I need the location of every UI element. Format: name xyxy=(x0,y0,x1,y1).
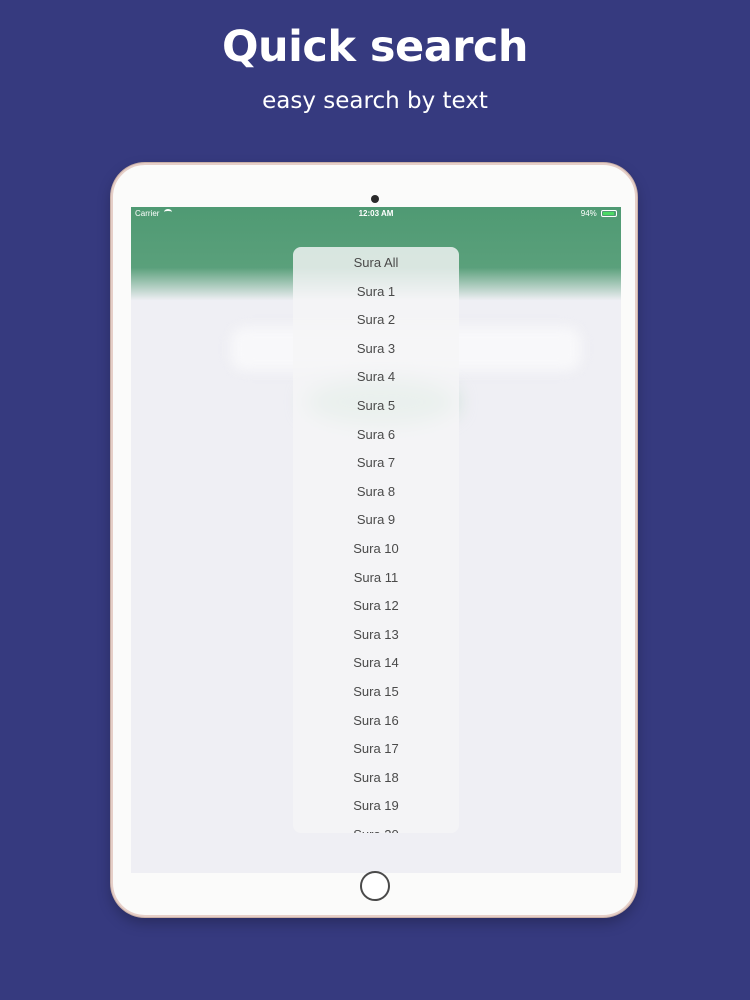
sura-list-item[interactable]: Sura 5 xyxy=(293,392,459,421)
sura-list-item[interactable]: Sura 20 xyxy=(293,821,459,833)
sura-list-item[interactable]: Sura 2 xyxy=(293,306,459,335)
sura-picker-popup[interactable]: Sura All Sura 1 Sura 2 Sura 3 Sura 4 Sura 5 Su… xyxy=(293,247,459,833)
battery-fill xyxy=(603,212,615,215)
sura-list-item[interactable]: Sura 9 xyxy=(293,506,459,535)
sura-list-item[interactable]: Sura All xyxy=(293,249,459,278)
sura-list-item[interactable]: Sura 16 xyxy=(293,707,459,736)
sura-list-item[interactable]: Sura 12 xyxy=(293,592,459,621)
sura-list-item[interactable]: Sura 1 xyxy=(293,278,459,307)
sura-list-item[interactable]: Sura 10 xyxy=(293,535,459,564)
tablet-frame: Carrier 12:03 AM 94% Sura All Sura 1 Sura … xyxy=(111,163,637,917)
sura-list-item[interactable]: Sura 14 xyxy=(293,649,459,678)
sura-list-item[interactable]: Sura 18 xyxy=(293,764,459,793)
app-screen: Carrier 12:03 AM 94% Sura All Sura 1 Sura … xyxy=(131,207,621,873)
battery-indicator: 94% xyxy=(581,209,617,218)
camera-icon xyxy=(371,195,379,203)
home-button[interactable] xyxy=(360,871,390,901)
sura-list-item[interactable]: Sura 3 xyxy=(293,335,459,364)
sura-list-item[interactable]: Sura 8 xyxy=(293,478,459,507)
status-time: 12:03 AM xyxy=(358,209,394,218)
status-bar: Carrier 12:03 AM 94% xyxy=(131,207,621,221)
sura-list-item[interactable]: Sura 11 xyxy=(293,564,459,593)
headline: Quick search xyxy=(221,22,529,72)
sura-list-item[interactable]: Sura 15 xyxy=(293,678,459,707)
sura-list-item[interactable]: Sura 4 xyxy=(293,363,459,392)
sura-list[interactable]: Sura All Sura 1 Sura 2 Sura 3 Sura 4 Sura 5 Su… xyxy=(293,247,459,833)
sura-list-item[interactable]: Sura 13 xyxy=(293,621,459,650)
battery-percent: 94% xyxy=(580,209,597,218)
sura-list-item[interactable]: Sura 17 xyxy=(293,735,459,764)
sura-list-item[interactable]: Sura 6 xyxy=(293,421,459,450)
battery-icon xyxy=(601,210,617,217)
sura-list-item[interactable]: Sura 7 xyxy=(293,449,459,478)
subheadline: easy search by text xyxy=(262,88,488,114)
sura-list-item[interactable]: Sura 19 xyxy=(293,792,459,821)
